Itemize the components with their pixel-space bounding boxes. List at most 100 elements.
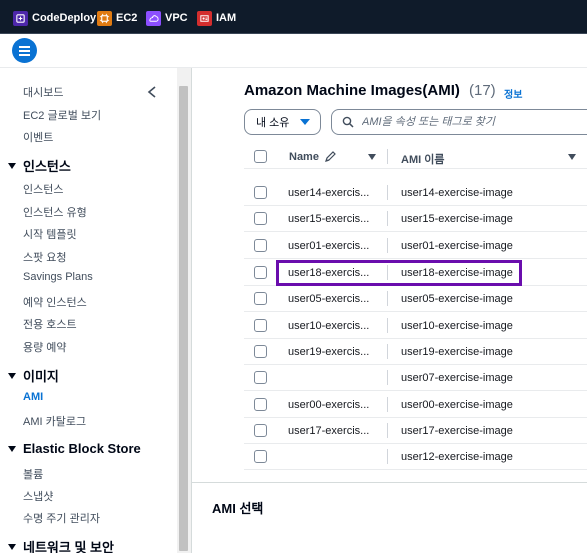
sidebar-item-savings-plans[interactable]: Savings Plans bbox=[23, 271, 93, 283]
sidebar-item-snapshots[interactable]: 스냅샷 bbox=[23, 488, 53, 504]
search-input[interactable] bbox=[362, 116, 582, 128]
sidebar-item-capacity-reservations[interactable]: 용량 예약 bbox=[23, 339, 67, 355]
table-row[interactable]: user19-exercis... user19-exercise-image bbox=[244, 339, 587, 365]
table-row[interactable]: user15-exercis... user15-exercise-image bbox=[244, 206, 587, 232]
sidebar-scrollbar[interactable] bbox=[177, 68, 191, 553]
favorite-ec2[interactable]: EC2 bbox=[97, 9, 137, 27]
table-row[interactable]: user14-exercis... user14-exercise-image bbox=[244, 180, 587, 206]
favorite-label: IAM bbox=[216, 12, 237, 24]
row-checkbox[interactable] bbox=[254, 239, 267, 252]
sidebar-item-volumes[interactable]: 볼륨 bbox=[23, 466, 43, 482]
owner-filter-value: 내 소유 bbox=[256, 117, 290, 129]
cell-ami-name: user19-exercise-image bbox=[401, 346, 513, 358]
caret-down-icon bbox=[8, 162, 16, 169]
row-checkbox[interactable] bbox=[254, 450, 267, 463]
sidebar-item-instance-types[interactable]: 인스턴스 유형 bbox=[23, 204, 87, 220]
codedeploy-icon bbox=[13, 10, 28, 26]
caret-down-icon bbox=[300, 119, 310, 125]
cell-name: user00-exercis... bbox=[288, 399, 370, 411]
column-divider bbox=[387, 238, 388, 253]
split-panel-title: AMI 선택 bbox=[212, 501, 264, 516]
cell-name: user01-exercis... bbox=[288, 240, 370, 252]
sidebar-item-lifecycle-manager[interactable]: 수명 주기 관리자 bbox=[23, 510, 100, 526]
favorites-bar: CodeDeploy EC2 VPC IAM bbox=[0, 0, 587, 34]
hamburger-menu-button[interactable] bbox=[12, 38, 37, 63]
row-checkbox[interactable] bbox=[254, 186, 267, 199]
sidebar-section-instances[interactable]: 인스턴스 bbox=[8, 156, 71, 175]
column-divider bbox=[387, 185, 388, 200]
table-header: Name AMI 이름 bbox=[244, 144, 587, 169]
owner-filter-select[interactable]: 내 소유 bbox=[244, 109, 321, 135]
cell-name: user17-exercis... bbox=[288, 425, 370, 437]
table-row[interactable]: user10-exercis... user10-exercise-image bbox=[244, 313, 587, 339]
row-checkbox[interactable] bbox=[254, 424, 267, 437]
console-menu-row bbox=[0, 34, 587, 68]
favorite-label: VPC bbox=[165, 12, 188, 24]
table-row[interactable]: user01-exercis... user01-exercise-image bbox=[244, 233, 587, 259]
search-icon bbox=[342, 116, 354, 128]
table-row[interactable]: user05-exercis... user05-exercise-image bbox=[244, 286, 587, 312]
column-divider[interactable] bbox=[387, 149, 388, 164]
favorite-vpc[interactable]: VPC bbox=[146, 9, 188, 27]
sidebar-item-reserved-instances[interactable]: 예약 인스턴스 bbox=[23, 294, 87, 310]
page-title: Amazon Machine Images(AMI) bbox=[244, 82, 460, 99]
column-header-name[interactable]: Name bbox=[289, 151, 319, 163]
sidebar: 대시보드 EC2 글로벌 보기 이벤트 인스턴스 인스턴스 인스턴스 유형 시작… bbox=[0, 68, 192, 553]
table-row[interactable]: user07-exercise-image bbox=[244, 365, 587, 391]
sort-icon[interactable] bbox=[568, 154, 576, 160]
cell-ami-name: user10-exercise-image bbox=[401, 320, 513, 332]
row-checkbox[interactable] bbox=[254, 292, 267, 305]
scrollbar-thumb[interactable] bbox=[179, 86, 188, 551]
favorite-label: EC2 bbox=[116, 12, 138, 24]
caret-down-icon bbox=[8, 543, 16, 550]
table-row[interactable]: user00-exercis... user00-exercise-image bbox=[244, 392, 587, 418]
favorite-label: CodeDeploy bbox=[32, 12, 97, 24]
split-panel: AMI 선택 bbox=[192, 482, 587, 553]
row-checkbox[interactable] bbox=[254, 212, 267, 225]
sidebar-item-events[interactable]: 이벤트 bbox=[23, 129, 53, 145]
cell-ami-name: user12-exercise-image bbox=[401, 451, 513, 463]
cell-ami-name: user15-exercise-image bbox=[401, 213, 513, 225]
row-checkbox[interactable] bbox=[254, 319, 267, 332]
table-row[interactable]: user17-exercis... user17-exercise-image bbox=[244, 418, 587, 444]
sidebar-item-dedicated-hosts[interactable]: 전용 호스트 bbox=[23, 316, 77, 332]
column-divider bbox=[387, 291, 388, 306]
column-divider bbox=[387, 370, 388, 385]
sidebar-section-ebs[interactable]: Elastic Block Store bbox=[8, 441, 141, 456]
cell-ami-name: user00-exercise-image bbox=[401, 399, 513, 411]
row-checkbox[interactable] bbox=[254, 371, 267, 384]
cell-ami-name: user07-exercise-image bbox=[401, 372, 513, 384]
select-all-checkbox[interactable] bbox=[254, 150, 267, 163]
highlight-annotation-box bbox=[276, 260, 522, 286]
ami-count: (17) bbox=[469, 82, 496, 99]
sidebar-item-ec2-global-view[interactable]: EC2 글로벌 보기 bbox=[23, 107, 101, 123]
sidebar-item-spot-requests[interactable]: 스팟 요청 bbox=[23, 249, 67, 265]
sidebar-item-instances[interactable]: 인스턴스 bbox=[23, 181, 63, 197]
sidebar-item-launch-templates[interactable]: 시작 템플릿 bbox=[23, 226, 77, 242]
cell-name: user14-exercis... bbox=[288, 187, 370, 199]
vpc-icon bbox=[146, 10, 161, 26]
cell-name: user19-exercis... bbox=[288, 346, 370, 358]
sidebar-section-network-security[interactable]: 네트워크 및 보안 bbox=[8, 537, 114, 553]
table-row[interactable]: user12-exercise-image bbox=[244, 444, 587, 470]
row-checkbox[interactable] bbox=[254, 398, 267, 411]
search-box[interactable] bbox=[331, 109, 587, 135]
menu-icon bbox=[19, 45, 30, 56]
sidebar-item-dashboard[interactable]: 대시보드 bbox=[23, 84, 63, 100]
sort-icon[interactable] bbox=[368, 154, 376, 160]
column-header-ami-name[interactable]: AMI 이름 bbox=[401, 151, 444, 167]
chevron-left-icon[interactable] bbox=[146, 85, 158, 99]
column-divider bbox=[387, 318, 388, 333]
column-divider bbox=[387, 397, 388, 412]
sidebar-item-ami-catalog[interactable]: AMI 카탈로그 bbox=[23, 413, 86, 429]
cell-ami-name: user17-exercise-image bbox=[401, 425, 513, 437]
favorite-iam[interactable]: IAM bbox=[197, 9, 236, 27]
info-link[interactable]: 정보 bbox=[504, 86, 522, 101]
sidebar-item-ami[interactable]: AMI bbox=[23, 391, 43, 403]
ami-table-body: user14-exercis... user14-exercise-image u… bbox=[244, 170, 587, 482]
favorite-codedeploy[interactable]: CodeDeploy bbox=[13, 9, 96, 27]
row-checkbox[interactable] bbox=[254, 266, 267, 279]
pencil-icon bbox=[325, 151, 336, 162]
row-checkbox[interactable] bbox=[254, 345, 267, 358]
sidebar-section-images[interactable]: 이미지 bbox=[8, 366, 59, 385]
